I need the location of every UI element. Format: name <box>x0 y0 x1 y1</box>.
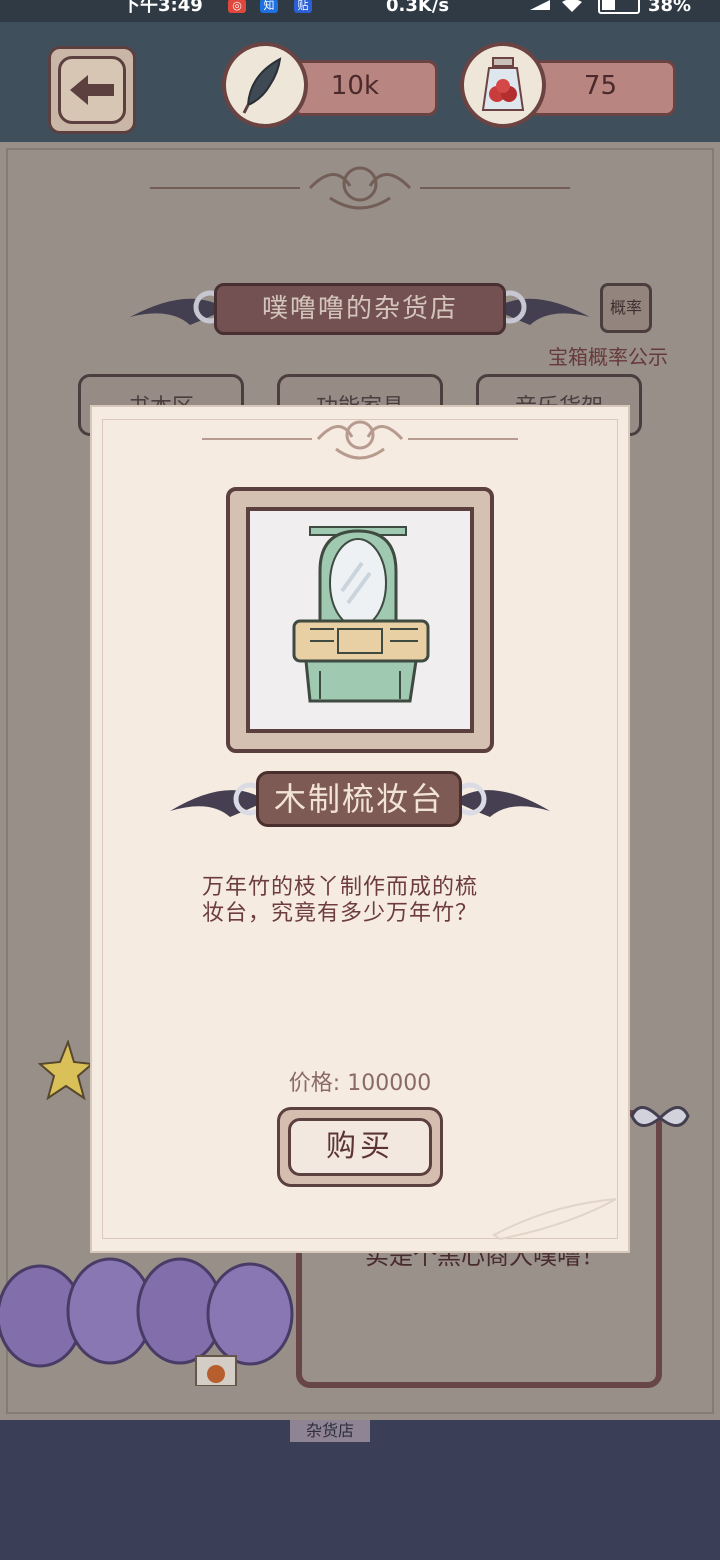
jar-currency-bar: 75 <box>528 60 676 116</box>
buy-button[interactable]: 购买 <box>277 1107 443 1187</box>
item-description-line1: 万年竹的枝丫制作而成的梳 <box>202 875 479 900</box>
feather-icon <box>222 42 308 128</box>
item-detail-modal: 木制梳妆台 万年竹的枝丫制作而成的梳 妆台，究竟有多少万年竹？ 价格: 1000… <box>90 405 630 1253</box>
item-image-box <box>246 507 474 733</box>
item-price: 价格: 100000 <box>288 1071 432 1096</box>
name-wing-left <box>170 782 267 817</box>
wifi-icon <box>562 0 582 12</box>
zhihu-icon: 知 <box>260 0 278 13</box>
status-time: 下午3:49 <box>122 0 203 16</box>
back-button[interactable] <box>48 46 136 134</box>
ground: 杂货店 <box>0 1420 720 1560</box>
signal-icon <box>530 0 550 10</box>
feather-currency-bar: 10k <box>292 60 438 116</box>
modal-ornament <box>202 420 518 460</box>
battery-level: 38% <box>648 0 692 16</box>
item-name-banner: 木制梳妆台 <box>170 767 550 833</box>
item-description: 万年竹的枝丫制作而成的梳 妆台，究竟有多少万年竹？ <box>202 875 522 927</box>
back-button-inner <box>58 56 126 124</box>
network-speed: 0.3K/s <box>386 0 450 16</box>
feather-amount: 10k <box>330 71 379 101</box>
battery-icon <box>598 0 640 14</box>
berry-jar-icon <box>460 42 546 128</box>
feather-decoration <box>492 1198 617 1241</box>
weibo-icon: ◎ <box>228 0 246 13</box>
top-bar: 10k 75 <box>0 22 720 142</box>
dressing-table-icon <box>292 526 430 703</box>
jar-amount: 75 <box>583 71 617 101</box>
item-name: 木制梳妆台 <box>256 771 462 827</box>
item-description-line2: 妆台，究竟有多少万年竹？ <box>202 901 479 926</box>
status-bar: 下午3:49 ◎ 知 贴 0.3K/s 38% <box>0 0 720 22</box>
tieba-icon: 贴 <box>294 0 312 13</box>
item-image-frame <box>226 487 494 753</box>
ground-sign: 杂货店 <box>290 1420 370 1442</box>
arrow-left-icon <box>70 75 114 105</box>
buy-button-label: 购买 <box>288 1118 432 1176</box>
name-wing-right <box>453 782 550 817</box>
